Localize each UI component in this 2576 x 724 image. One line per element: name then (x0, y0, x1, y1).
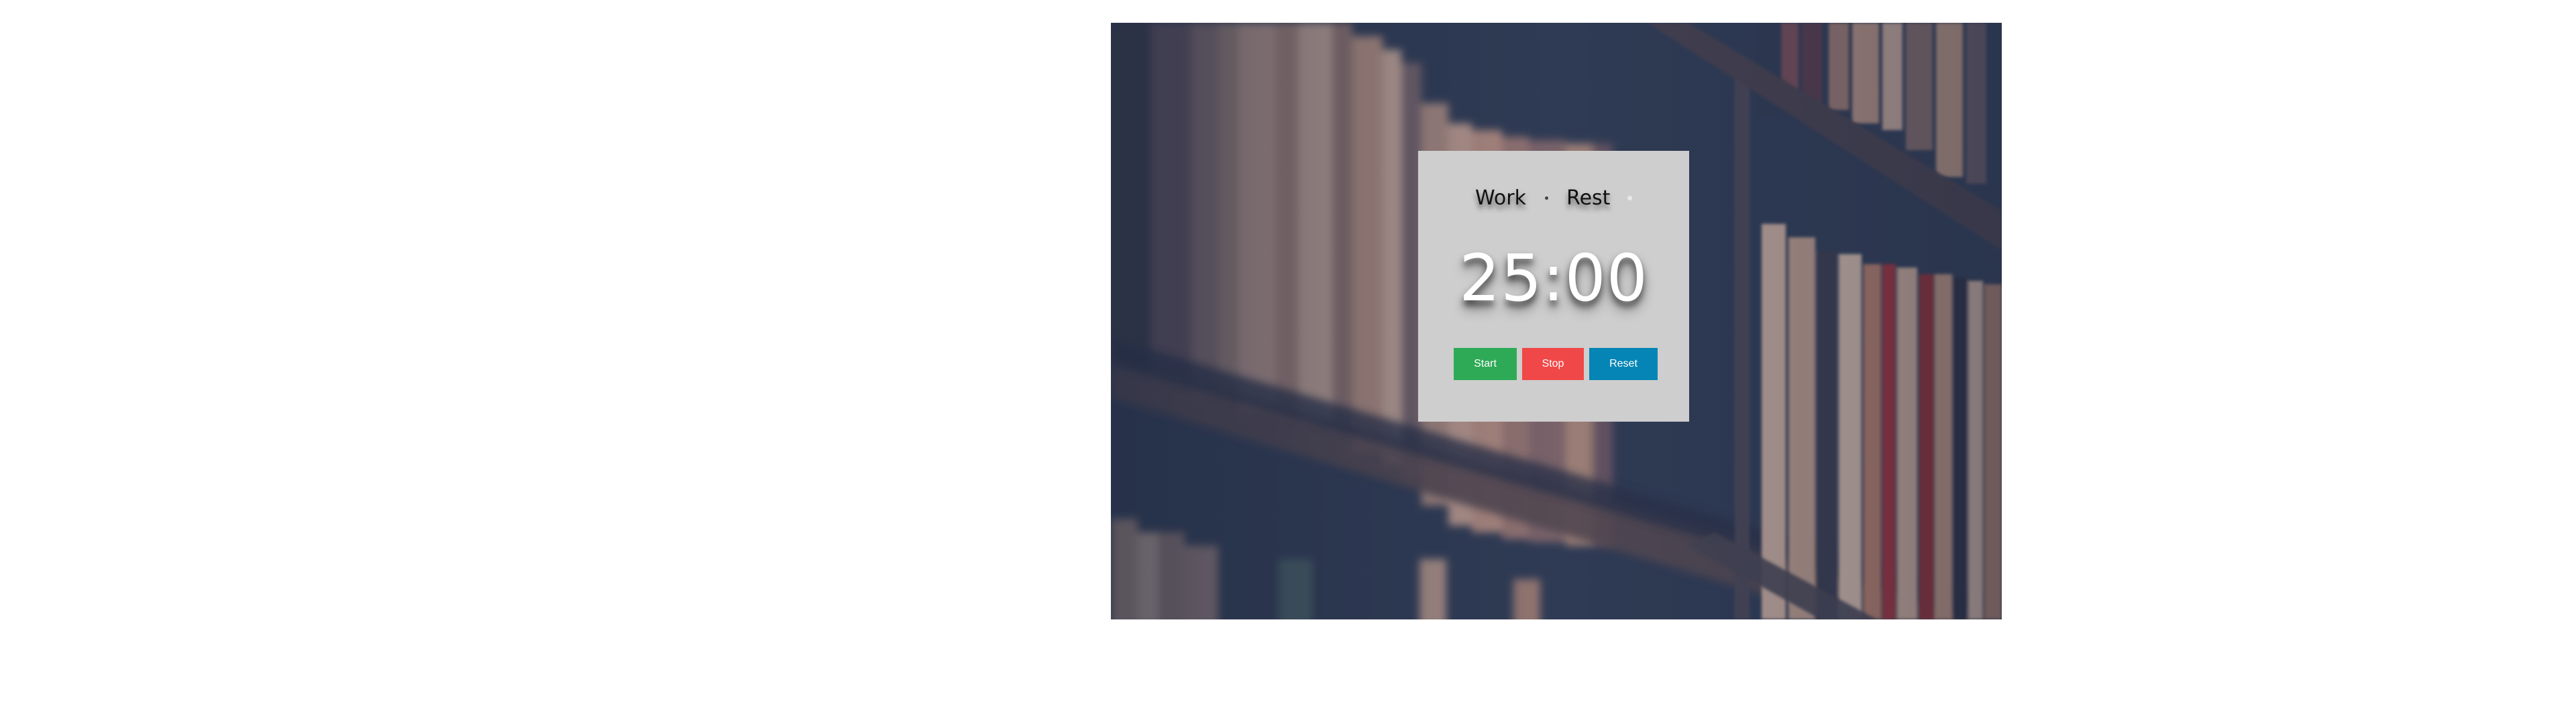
pomodoro-timer-card: Work Rest 25:00 Start Stop Reset (1418, 151, 1689, 422)
stop-button[interactable]: Stop (1522, 348, 1584, 380)
countdown-time-display: 25:00 (1459, 241, 1648, 316)
reset-button[interactable]: Reset (1589, 348, 1658, 380)
rest-mode-label[interactable]: Rest (1566, 186, 1610, 210)
active-mode-indicator-dot (1627, 196, 1632, 200)
mode-separator-dot (1544, 196, 1548, 200)
mode-selector: Work Rest (1418, 186, 1689, 210)
start-button[interactable]: Start (1454, 348, 1517, 380)
timer-controls: Start Stop Reset (1454, 348, 1658, 380)
work-mode-label[interactable]: Work (1475, 186, 1526, 210)
